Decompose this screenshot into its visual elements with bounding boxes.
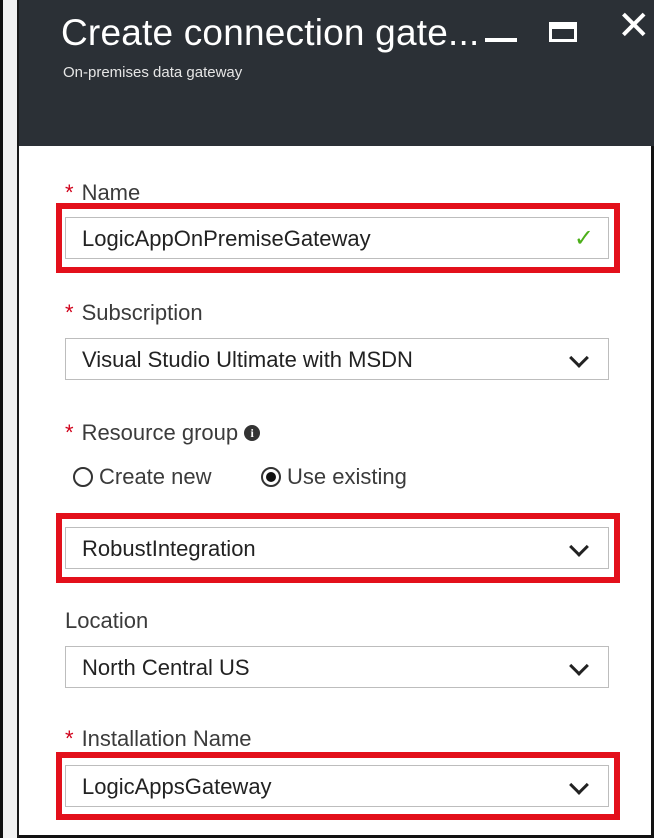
blade-subtitle: On-premises data gateway <box>63 64 243 81</box>
installation-name-select[interactable]: LogicAppsGateway <box>65 765 609 807</box>
location-select[interactable]: North Central US <box>65 646 609 688</box>
info-icon[interactable]: i <box>244 425 261 441</box>
blade: Create connection gate... On-premises da… <box>0 0 654 838</box>
blade-title: Create connection gate... <box>61 12 480 53</box>
chevron-down-icon <box>569 775 589 795</box>
installation-name-label: * Installation Name <box>65 726 252 751</box>
blade-header: Create connection gate... On-premises da… <box>19 0 654 146</box>
name-input[interactable]: LogicAppOnPremiseGateway ✓ <box>65 217 609 259</box>
chevron-down-icon <box>569 348 589 368</box>
required-marker: * <box>65 180 74 205</box>
location-label: Location <box>65 608 149 633</box>
required-marker: * <box>65 726 74 751</box>
radio-circle-icon <box>73 467 93 487</box>
subscription-select[interactable]: Visual Studio Ultimate with MSDN <box>65 338 609 380</box>
minimize-icon[interactable] <box>485 38 517 42</box>
subscription-label: * Subscription <box>65 300 203 325</box>
required-marker: * <box>65 300 74 325</box>
maximize-icon[interactable] <box>549 22 577 42</box>
chevron-down-icon <box>569 537 589 557</box>
required-marker: * <box>65 420 74 445</box>
checkmark-icon: ✓ <box>573 224 594 252</box>
resource-group-label: * Resource group i <box>65 420 261 446</box>
radio-selected-icon <box>261 467 281 487</box>
radio-use-existing[interactable]: Use existing <box>261 464 407 490</box>
close-icon[interactable]: ✕ <box>617 6 651 46</box>
left-edge <box>3 0 19 838</box>
chevron-down-icon <box>569 656 589 676</box>
resource-group-select[interactable]: RobustIntegration <box>65 527 609 569</box>
radio-create-new[interactable]: Create new <box>73 464 212 490</box>
